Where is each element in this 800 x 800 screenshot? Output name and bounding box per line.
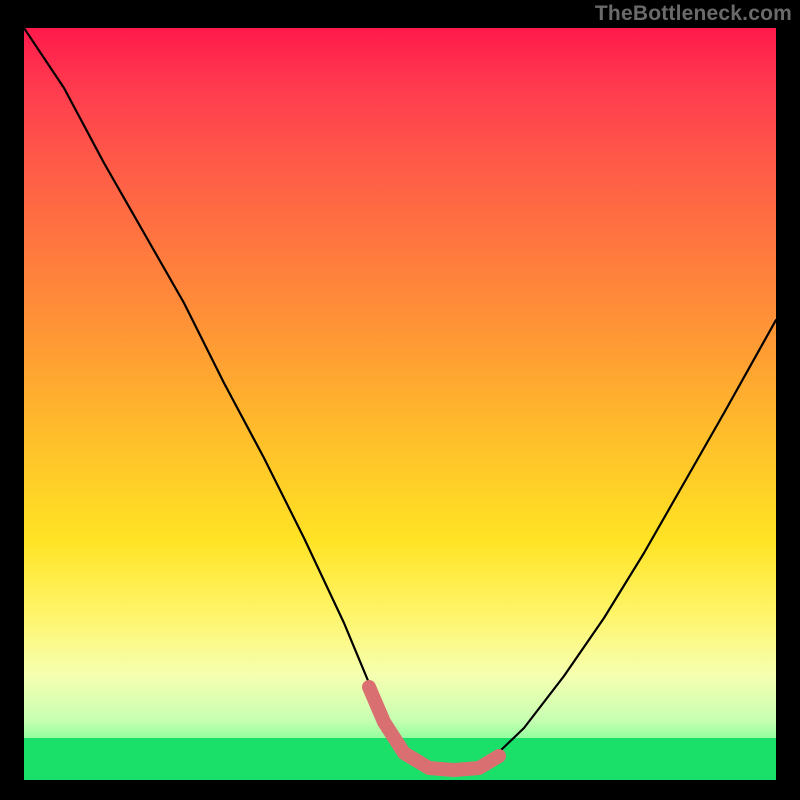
bottom-accent — [369, 687, 499, 770]
curve-svg — [24, 28, 776, 780]
watermark-text: TheBottleneck.com — [595, 2, 792, 26]
bottleneck-curve — [24, 28, 776, 768]
chart-frame: TheBottleneck.com — [0, 0, 800, 800]
plot-area — [24, 28, 776, 780]
